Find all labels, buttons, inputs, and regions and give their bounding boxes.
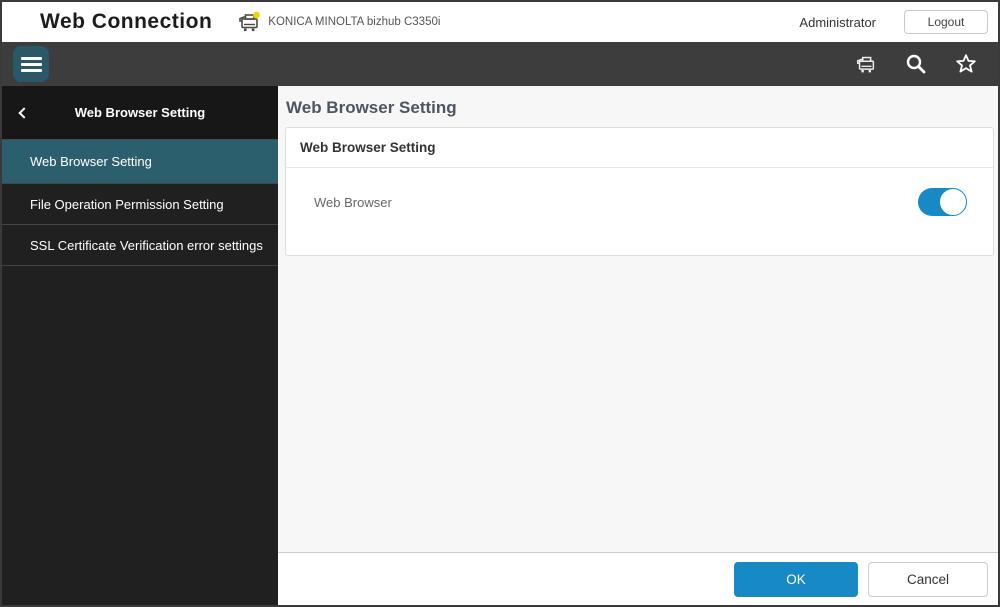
sidebar-item-web-browser-setting[interactable]: Web Browser Setting <box>2 140 278 184</box>
hamburger-bar <box>21 69 42 72</box>
app-logo: Web Connection <box>40 10 212 34</box>
app-header: Web Connection KONICA MINOLTA bizhub C33… <box>2 2 998 42</box>
toolbar <box>2 42 998 86</box>
hamburger-bar <box>21 57 42 60</box>
toolbar-icons <box>854 52 978 76</box>
favorites-star-icon[interactable] <box>954 52 978 76</box>
hamburger-menu-button[interactable] <box>13 46 49 82</box>
header-right: Administrator Logout <box>799 10 988 34</box>
sidebar-header: Web Browser Setting <box>2 86 278 140</box>
page-title: Web Browser Setting <box>286 98 990 118</box>
body-row: Web Browser Setting Web Browser Setting … <box>2 86 998 605</box>
sidebar-item-ssl-certificate-verification[interactable]: SSL Certificate Verification error setti… <box>2 225 278 266</box>
content-spacer <box>278 256 998 552</box>
logout-button[interactable]: Logout <box>904 10 988 34</box>
sidebar-title: Web Browser Setting <box>75 105 206 120</box>
sidebar: Web Browser Setting Web Browser Setting … <box>2 86 278 605</box>
web-browser-toggle[interactable] <box>918 188 966 216</box>
back-chevron-icon[interactable] <box>18 107 29 118</box>
device-block: KONICA MINOLTA bizhub C3350i <box>236 9 440 35</box>
sidebar-item-file-operation-permission[interactable]: File Operation Permission Setting <box>2 184 278 225</box>
web-browser-label: Web Browser <box>314 195 392 210</box>
content-area: Web Browser Setting Web Browser Setting … <box>278 86 998 605</box>
toggle-knob <box>939 188 967 216</box>
ok-button[interactable]: OK <box>734 562 858 597</box>
settings-card: Web Browser Setting Web Browser <box>285 127 994 256</box>
mfp-device-status-icon <box>236 9 262 35</box>
search-icon[interactable] <box>904 52 928 76</box>
mfp-device-icon[interactable] <box>854 52 878 76</box>
user-role-label: Administrator <box>799 15 876 30</box>
cancel-button[interactable]: Cancel <box>868 562 988 597</box>
device-name: KONICA MINOLTA bizhub C3350i <box>268 16 440 28</box>
footer-action-bar: OK Cancel <box>278 552 998 605</box>
hamburger-bar <box>21 63 42 66</box>
web-browser-setting-row: Web Browser <box>286 168 993 255</box>
card-header: Web Browser Setting <box>286 128 993 168</box>
